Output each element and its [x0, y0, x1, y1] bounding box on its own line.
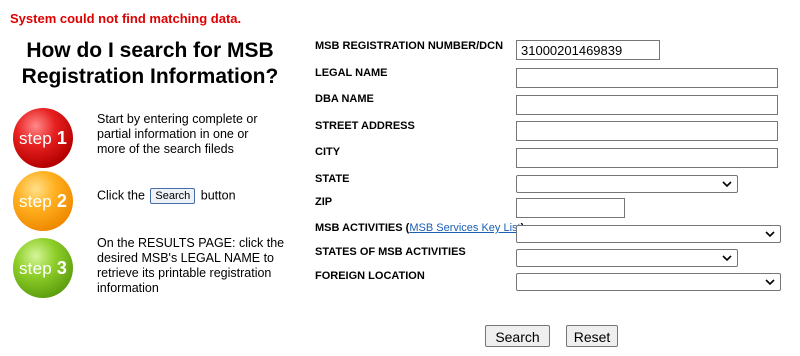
reset-button[interactable]: Reset	[566, 325, 618, 347]
legal-name-input[interactable]	[516, 68, 778, 88]
msb-activities-select[interactable]	[516, 225, 781, 243]
legal-name-label: LEGAL NAME	[315, 67, 388, 79]
step-2-text-after: button	[200, 188, 236, 203]
foreign-location-select[interactable]	[516, 273, 781, 291]
zip-input[interactable]	[516, 198, 625, 218]
step-3-badge-label: step	[18, 259, 52, 278]
states-of-msb-activities-select[interactable]	[516, 249, 738, 267]
state-label: STATE	[315, 173, 350, 185]
zip-label: ZIP	[315, 196, 333, 208]
city-label: CITY	[315, 146, 341, 158]
step-2-text: Click the Search button	[97, 188, 236, 204]
step-2-text-before: Click the	[97, 188, 145, 203]
step-3-badge-number: 3	[56, 258, 68, 278]
state-select[interactable]	[516, 175, 738, 193]
street-address-label: STREET ADDRESS	[315, 120, 415, 132]
step-2-example-search-button: Search	[150, 188, 196, 204]
step-2-badge-label: step	[18, 192, 52, 211]
step-3-text: On the RESULTS PAGE: click the desired M…	[97, 236, 285, 295]
step-3-badge: step 3	[13, 238, 73, 298]
city-input[interactable]	[516, 148, 778, 168]
page-title: How do I search for MSB Registration Inf…	[21, 39, 279, 88]
step-2-badge: step 2	[13, 171, 73, 231]
error-message: System could not find matching data.	[10, 11, 242, 26]
chevron-down-icon	[722, 181, 732, 188]
registration-number-input[interactable]	[516, 40, 660, 60]
registration-number-label: MSB REGISTRATION NUMBER/DCN	[315, 40, 504, 52]
msb-services-key-list-link[interactable]: MSB Services Key List	[409, 222, 520, 234]
search-button[interactable]: Search	[485, 325, 550, 347]
msb-activities-label: MSB ACTIVITIES (MSB Services Key List)	[315, 222, 524, 234]
step-1-badge-number: 1	[56, 128, 68, 148]
dba-name-label: DBA NAME	[315, 93, 374, 105]
street-address-input[interactable]	[516, 121, 778, 141]
states-of-msb-activities-label: STATES OF MSB ACTIVITIES	[315, 246, 466, 258]
dba-name-input[interactable]	[516, 95, 778, 115]
chevron-down-icon	[765, 279, 775, 286]
step-1-badge-label: step	[18, 129, 52, 148]
step-1-badge: step 1	[13, 108, 73, 168]
foreign-location-label: FOREIGN LOCATION	[315, 270, 425, 282]
step-1-text: Start by entering complete or partial in…	[97, 112, 258, 156]
msb-activities-label-text: MSB ACTIVITIES	[315, 222, 403, 234]
step-2-badge-number: 2	[56, 191, 68, 211]
chevron-down-icon	[765, 231, 775, 238]
chevron-down-icon	[722, 255, 732, 262]
